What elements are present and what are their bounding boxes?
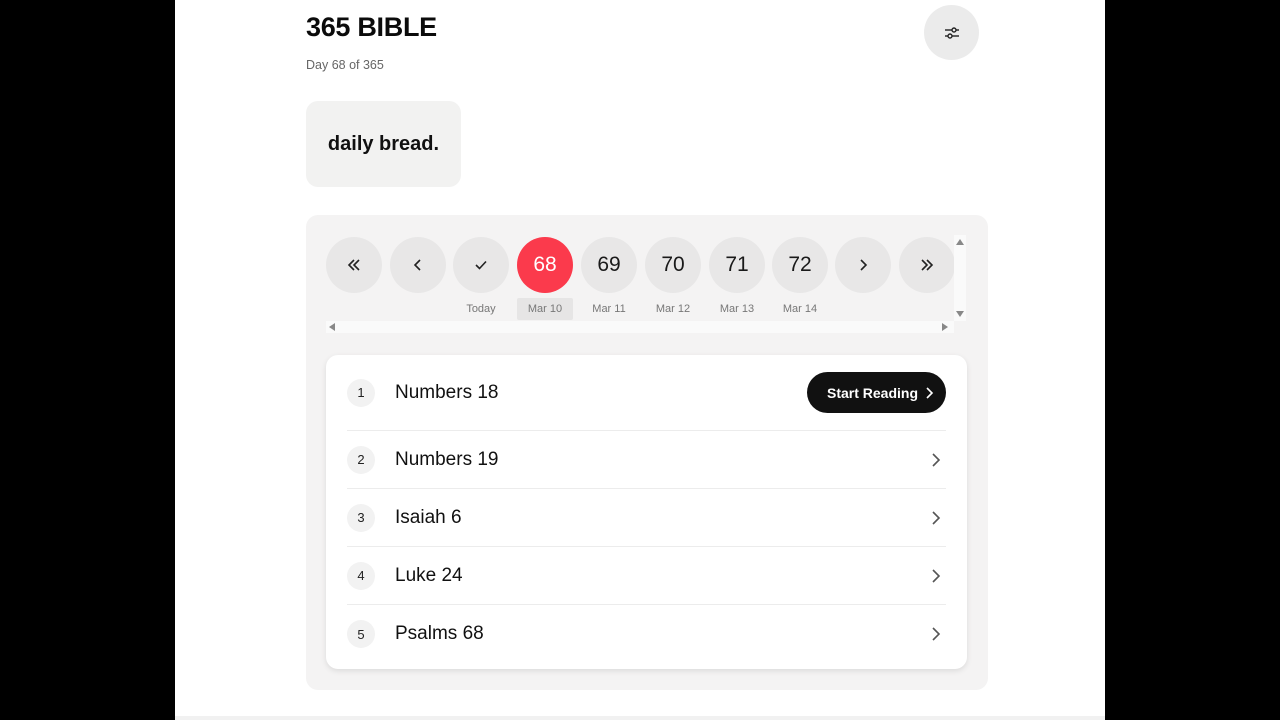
reading-title: Luke 24 bbox=[395, 564, 463, 586]
start-reading-label: Start Reading bbox=[826, 384, 918, 401]
settings-button[interactable] bbox=[924, 5, 979, 60]
reading-number: 2 bbox=[347, 445, 375, 474]
scroll-right-arrow-icon[interactable] bbox=[942, 323, 948, 331]
reading-number: 5 bbox=[347, 620, 375, 648]
vertical-scrollbar[interactable] bbox=[954, 235, 966, 321]
double-chevron-left-icon bbox=[347, 259, 360, 271]
today-label: Today bbox=[466, 303, 496, 315]
previous-day-button[interactable] bbox=[390, 237, 446, 293]
chevron-right-icon bbox=[932, 452, 941, 467]
scroll-left-arrow-icon[interactable] bbox=[329, 323, 335, 331]
day-70-button[interactable]: 70 bbox=[645, 237, 701, 293]
today-button[interactable] bbox=[453, 237, 509, 293]
day-72-date: Mar 14 bbox=[782, 303, 818, 315]
reading-title: Psalms 68 bbox=[395, 623, 484, 644]
chevron-right-icon bbox=[932, 568, 941, 583]
day-progress: Day 68 of 365 bbox=[306, 58, 384, 72]
app-page: 365 BIBLE Day 68 of 365 daily bread. Tod… bbox=[175, 0, 1105, 720]
day-71-date: Mar 13 bbox=[719, 303, 755, 315]
chevron-right-icon bbox=[860, 259, 868, 271]
next-day-button[interactable] bbox=[835, 237, 891, 293]
reading-number: 1 bbox=[347, 378, 375, 407]
chevron-right-icon bbox=[932, 627, 941, 641]
day-69-date: Mar 11 bbox=[592, 303, 626, 315]
page-bottom-edge bbox=[175, 716, 1105, 720]
chevron-left-icon bbox=[413, 259, 421, 271]
reading-item-2[interactable]: 2 Numbers 19 bbox=[347, 431, 946, 489]
scroll-down-arrow-icon[interactable] bbox=[956, 311, 964, 317]
chevron-right-icon bbox=[932, 510, 941, 525]
first-day-button[interactable] bbox=[326, 237, 382, 293]
brand-card: daily bread. bbox=[306, 101, 461, 187]
sliders-icon bbox=[944, 26, 959, 39]
day-navigator: Today 68 Mar 10 69 Mar 11 70 Mar 12 71 M… bbox=[326, 235, 955, 335]
day-70-date: Mar 12 bbox=[655, 303, 691, 315]
reading-number: 4 bbox=[347, 561, 375, 590]
reading-item-1[interactable]: 1 Numbers 18 Start Reading bbox=[347, 355, 946, 431]
day-69-button[interactable]: 69 bbox=[581, 237, 637, 293]
day-71-button[interactable]: 71 bbox=[709, 237, 765, 293]
start-reading-button[interactable]: Start Reading bbox=[806, 372, 946, 413]
double-chevron-right-icon bbox=[921, 259, 934, 271]
reading-item-5[interactable]: 5 Psalms 68 bbox=[347, 605, 946, 663]
reading-list: 1 Numbers 18 Start Reading 2 Numbers 19 … bbox=[326, 355, 967, 669]
day-68-button[interactable]: 68 bbox=[517, 237, 573, 293]
day-72-button[interactable]: 72 bbox=[772, 237, 828, 293]
reading-panel: Today 68 Mar 10 69 Mar 11 70 Mar 12 71 M… bbox=[306, 215, 988, 690]
last-day-button[interactable] bbox=[899, 237, 955, 293]
day-68-date: Mar 10 bbox=[517, 298, 573, 320]
reading-title: Numbers 18 bbox=[395, 381, 499, 403]
reading-item-4[interactable]: 4 Luke 24 bbox=[347, 547, 946, 605]
horizontal-scrollbar[interactable] bbox=[326, 321, 954, 333]
scroll-up-arrow-icon[interactable] bbox=[956, 239, 964, 245]
reading-title: Numbers 19 bbox=[395, 448, 499, 470]
app-title: 365 BIBLE bbox=[306, 12, 437, 42]
reading-title: Isaiah 6 bbox=[395, 506, 462, 528]
chevron-right-icon bbox=[926, 386, 934, 399]
check-icon bbox=[475, 260, 487, 270]
reading-item-3[interactable]: 3 Isaiah 6 bbox=[347, 489, 946, 547]
brand-text: daily bread. bbox=[327, 132, 440, 155]
reading-number: 3 bbox=[347, 503, 375, 532]
